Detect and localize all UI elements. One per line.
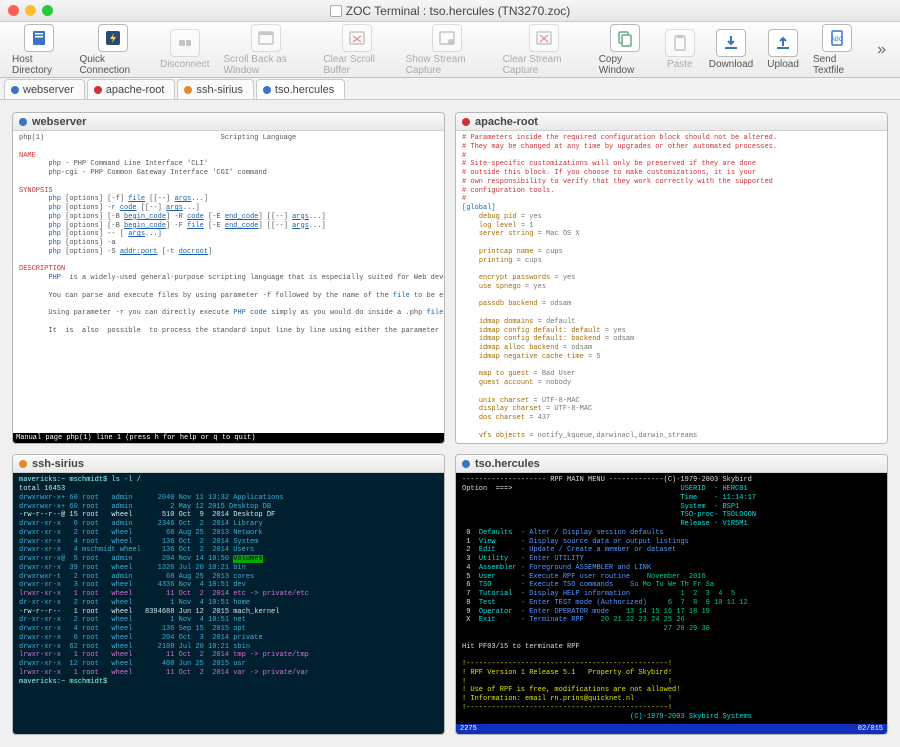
- bolt-icon: [98, 24, 128, 52]
- stream-x-icon: [529, 24, 559, 52]
- status-dot-icon: [184, 86, 192, 94]
- status-dot-icon: [462, 460, 470, 468]
- status-dot-icon: [19, 118, 27, 126]
- terminal-apache[interactable]: # Parameters inside the required configu…: [456, 131, 887, 443]
- toolbar-scroll-back-window[interactable]: Scroll Back as Window: [218, 22, 316, 78]
- pane-title: apache-root: [475, 116, 538, 128]
- stream-icon: [432, 24, 462, 52]
- tab-ssh-sirius[interactable]: ssh-sirius: [177, 79, 253, 99]
- workspace-grid: webserver php(1) Scripting Language php(…: [0, 100, 900, 747]
- toolbar-show-stream-capture[interactable]: Show Stream Capture: [400, 22, 495, 78]
- upload-icon: [768, 29, 798, 57]
- copy-icon: [610, 24, 640, 52]
- session-tabbar: webserver apache-root ssh-sirius tso.hercul…: [0, 78, 900, 100]
- status-dot-icon: [462, 118, 470, 126]
- status-dot-icon: [19, 460, 27, 468]
- toolbar-quick-connection[interactable]: Quick Connection: [73, 22, 152, 78]
- toolbar-label: Clear Scroll Buffer: [323, 54, 391, 76]
- toolbar-label: Paste: [667, 59, 693, 70]
- toolbar-overflow-button[interactable]: »: [869, 41, 894, 59]
- toolbar-label: Clear Stream Capture: [503, 54, 585, 76]
- pane-tso-hercules[interactable]: tso.hercules -------------------- RPF MA…: [455, 454, 888, 735]
- toolbar-label: Copy Window: [599, 54, 651, 76]
- status-dot-icon: [94, 86, 102, 94]
- window-titlebar: ZOC Terminal : tso.hercules (TN3270.zoc): [0, 0, 900, 22]
- pane-webserver[interactable]: webserver php(1) Scripting Language php(…: [12, 112, 445, 444]
- pane-ssh-sirius[interactable]: ssh-sirius mavericks:~ mschmidt$ ls -l /…: [12, 454, 445, 735]
- toolbar-label: Send Textfile: [813, 54, 861, 76]
- tab-tso-hercules[interactable]: tso.hercules: [256, 79, 345, 99]
- toolbar-upload[interactable]: Upload: [761, 27, 805, 72]
- window-icon: [251, 24, 281, 52]
- toolbar-label: Scroll Back as Window: [224, 54, 310, 76]
- toolbar-copy-window[interactable]: Copy Window: [593, 22, 657, 78]
- textfile-icon: ABC: [822, 24, 852, 52]
- pane-title: tso.hercules: [475, 458, 540, 470]
- terminal-ssh[interactable]: mavericks:~ mschmidt$ ls -l / total 1645…: [13, 473, 444, 734]
- man-status-line: Manual page php(1) line 1 (press h for h…: [13, 433, 444, 443]
- pane-title: webserver: [32, 116, 86, 128]
- tab-webserver[interactable]: webserver: [4, 79, 85, 99]
- toolbar-clear-scroll-buffer[interactable]: Clear Scroll Buffer: [317, 22, 397, 78]
- toolbar-label: Host Directory: [12, 54, 65, 76]
- toolbar-label: Show Stream Capture: [406, 54, 489, 76]
- toolbar-label: Disconnect: [160, 59, 209, 70]
- unplug-icon: [170, 29, 200, 57]
- toolbar-paste[interactable]: Paste: [659, 27, 701, 72]
- tab-label: tso.hercules: [275, 84, 334, 96]
- toolbar-download[interactable]: Download: [703, 27, 759, 72]
- tab-apache-root[interactable]: apache-root: [87, 79, 176, 99]
- window-title: ZOC Terminal : tso.hercules (TN3270.zoc): [0, 4, 900, 18]
- window-x-icon: [342, 24, 372, 52]
- document-icon: [330, 5, 342, 17]
- download-icon: [716, 29, 746, 57]
- toolbar-label: Quick Connection: [79, 54, 146, 76]
- paste-icon: [665, 29, 695, 57]
- status-dot-icon: [11, 86, 19, 94]
- toolbar-disconnect[interactable]: Disconnect: [154, 27, 215, 72]
- tn3270-status-line: 227502/015: [456, 724, 887, 734]
- toolbar-send-textfile[interactable]: ABC Send Textfile: [807, 22, 867, 78]
- toolbar: Host Directory Quick Connection Disconnect…: [0, 22, 900, 78]
- tab-label: ssh-sirius: [196, 84, 242, 96]
- pane-apache-root[interactable]: apache-root # Parameters inside the requ…: [455, 112, 888, 444]
- svg-text:ABC: ABC: [831, 37, 844, 43]
- toolbar-clear-stream-capture[interactable]: Clear Stream Capture: [497, 22, 591, 78]
- tab-label: webserver: [23, 84, 74, 96]
- status-dot-icon: [263, 86, 271, 94]
- toolbar-label: Upload: [767, 59, 799, 70]
- tab-label: apache-root: [106, 84, 165, 96]
- terminal-tso[interactable]: -------------------- RPF MAIN MENU -----…: [456, 473, 887, 724]
- book-icon: [24, 24, 54, 52]
- toolbar-host-directory[interactable]: Host Directory: [6, 22, 71, 78]
- pane-title: ssh-sirius: [32, 458, 84, 470]
- terminal-webserver[interactable]: php(1) Scripting Language php(1) NAME ph…: [13, 131, 444, 433]
- toolbar-label: Download: [709, 59, 753, 70]
